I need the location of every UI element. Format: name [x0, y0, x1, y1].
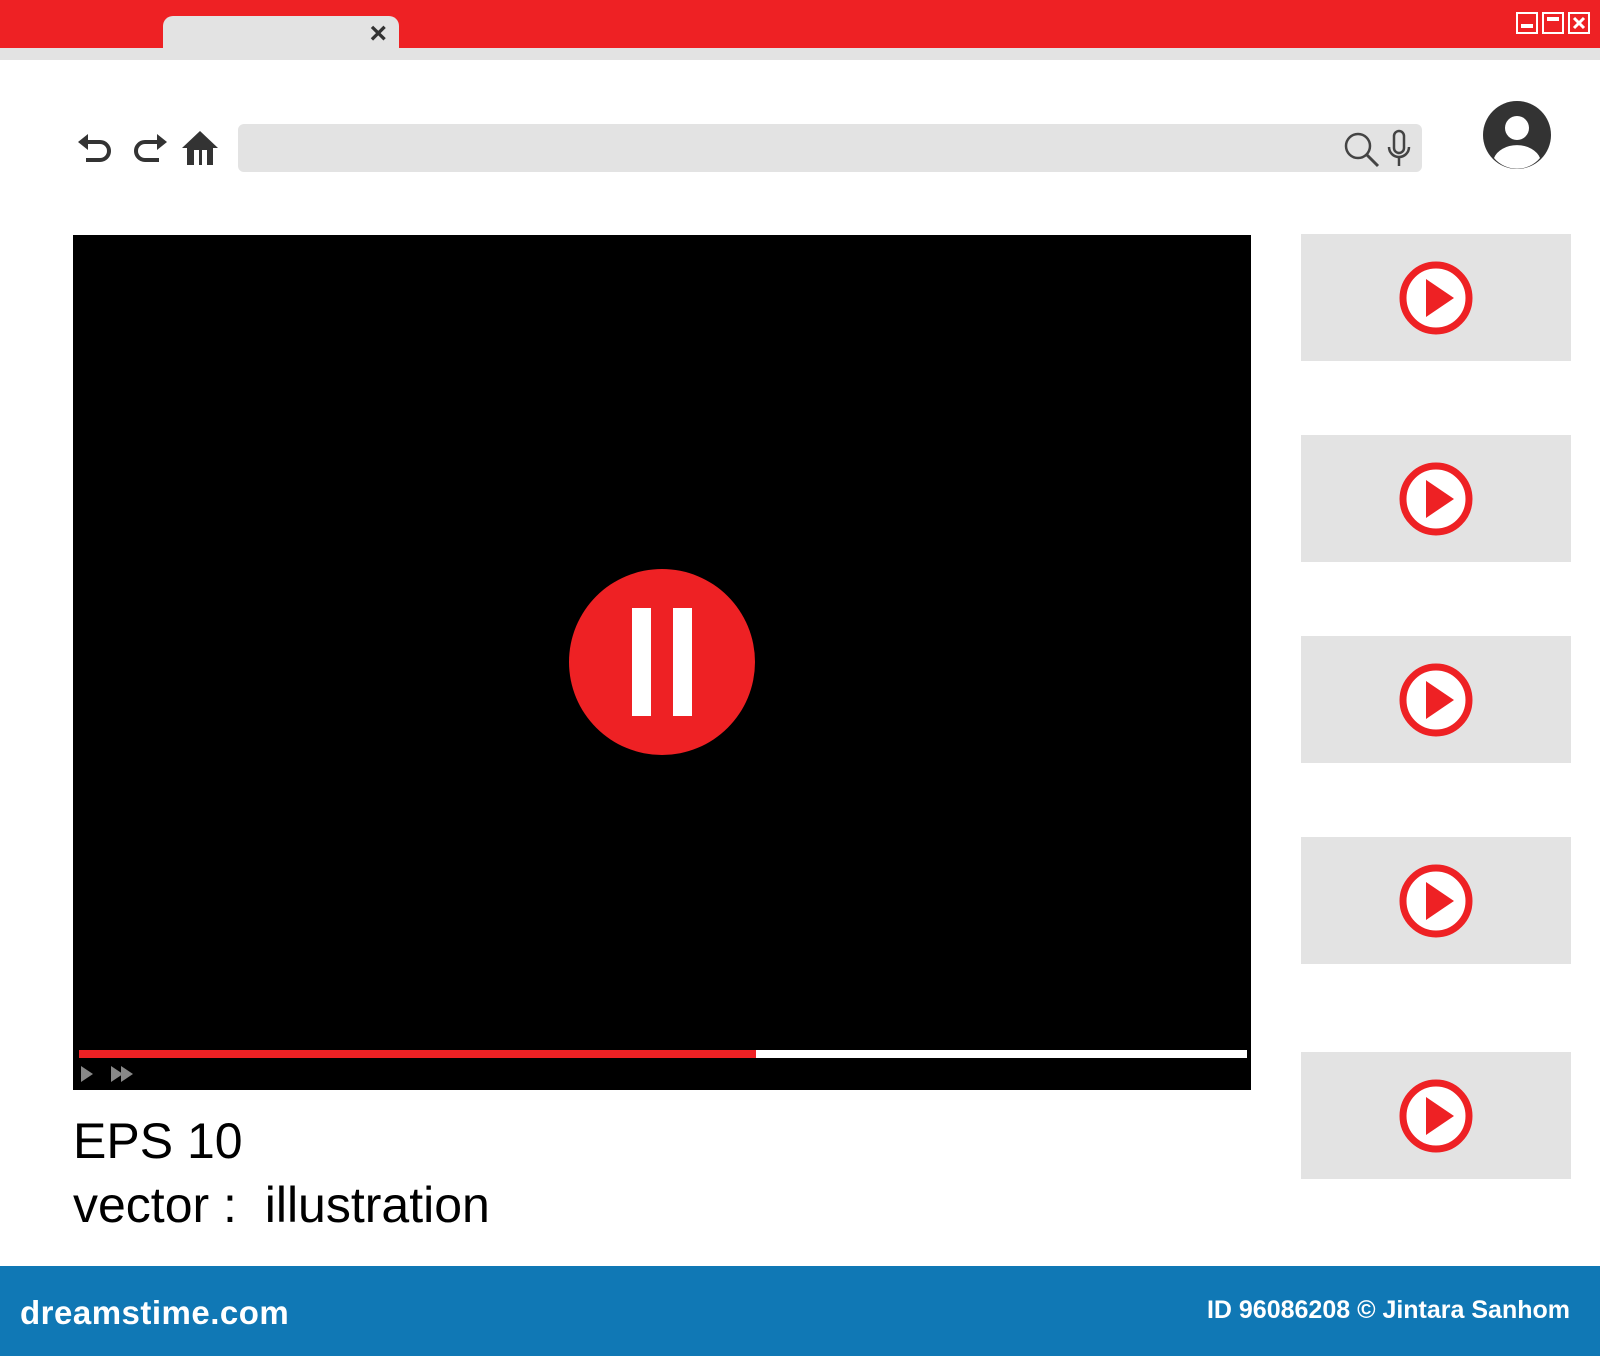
sidebar-video-thumbnail[interactable] — [1301, 435, 1571, 562]
progress-fill — [79, 1050, 757, 1058]
footer-site-logo: dreamstime.com — [20, 1294, 290, 1331]
play-icon — [1399, 462, 1473, 536]
play-icon — [1399, 1079, 1473, 1153]
sidebar-video-thumbnail[interactable] — [1301, 636, 1571, 763]
sidebar-video-thumbnail[interactable] — [1301, 234, 1571, 361]
url-input[interactable] — [252, 130, 1336, 168]
footer-bar: dreamstime.com ID 96086208 © Jintara San… — [0, 1266, 1600, 1356]
undo-icon[interactable] — [74, 128, 118, 172]
maximize-button[interactable] — [1542, 12, 1564, 34]
tab-close-button[interactable]: × — [369, 18, 387, 50]
play-icon — [1399, 261, 1473, 335]
video-player[interactable] — [73, 235, 1251, 1090]
address-bar — [238, 124, 1422, 172]
sidebar-video-thumbnail[interactable] — [1301, 1052, 1571, 1179]
caption-format: EPS 10 — [73, 1113, 243, 1169]
sidebar-video-thumbnail[interactable] — [1301, 837, 1571, 964]
play-small-icon — [81, 1066, 93, 1082]
redo-icon[interactable] — [127, 128, 171, 172]
close-icon — [1572, 16, 1586, 30]
window-controls — [1516, 12, 1590, 34]
mic-icon[interactable] — [1384, 128, 1414, 168]
caption-type: vector : illustration — [73, 1177, 490, 1233]
skip-forward-icon — [111, 1066, 133, 1082]
footer-credit: ID 96086208 © Jintara Sanhom — [1206, 1296, 1570, 1324]
progress-bar[interactable] — [79, 1050, 1247, 1058]
window-close-button[interactable] — [1568, 12, 1590, 34]
play-icon — [1399, 864, 1473, 938]
playback-controls[interactable] — [81, 1063, 141, 1085]
pause-button[interactable] — [569, 569, 755, 755]
browser-tab[interactable]: × — [163, 16, 399, 52]
minimize-button[interactable] — [1516, 12, 1538, 34]
play-icon — [1399, 663, 1473, 737]
search-icon[interactable] — [1342, 130, 1382, 170]
user-avatar-icon[interactable] — [1480, 98, 1554, 172]
home-icon[interactable] — [178, 128, 222, 172]
